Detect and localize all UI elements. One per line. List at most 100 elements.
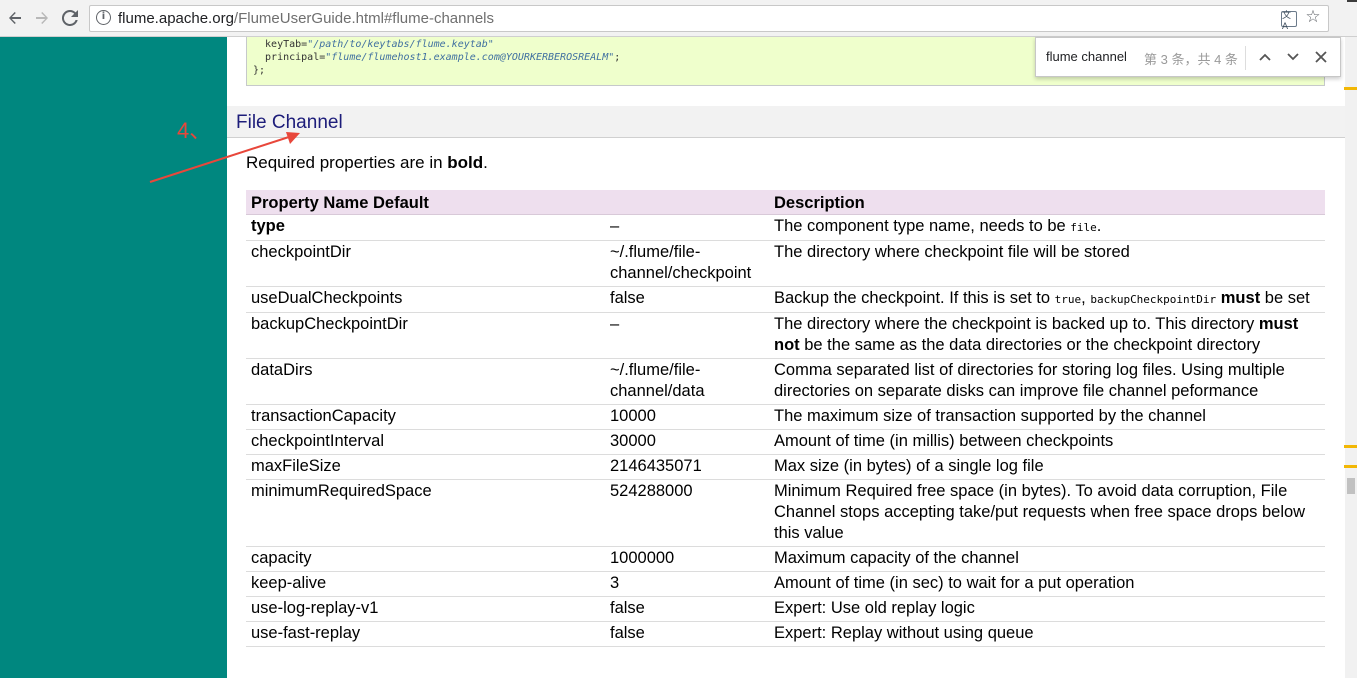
- table-row: checkpointDir ~/.flume/file-channel/chec…: [246, 240, 1325, 287]
- property-description: Backup the checkpoint. If this is set to…: [769, 286, 1325, 313]
- table-header-row: Property Name Default Description: [246, 190, 1325, 215]
- property-description: Expert: Use old replay logic: [769, 596, 1325, 622]
- table-row: use-log-replay-v1 false Expert: Use old …: [246, 596, 1325, 622]
- intro-suffix: .: [483, 153, 488, 172]
- property-default: –: [605, 214, 769, 241]
- find-close-icon[interactable]: [1311, 47, 1331, 67]
- find-next-icon[interactable]: [1283, 47, 1303, 67]
- property-description: The directory where checkpoint file will…: [769, 240, 1325, 287]
- table-row: type – The component type name, needs to…: [246, 214, 1325, 241]
- property-name: checkpointDir: [246, 240, 605, 287]
- header-description: Description: [769, 190, 1325, 215]
- property-name: capacity: [246, 546, 605, 572]
- property-description: Amount of time (in sec) to wait for a pu…: [769, 571, 1325, 597]
- property-default: 30000: [605, 429, 769, 455]
- property-default: 2146435071: [605, 454, 769, 480]
- property-name: minimumRequiredSpace: [246, 479, 605, 547]
- property-default: ~/.flume/file-channel/data: [605, 358, 769, 405]
- code-key: keyTab=: [253, 39, 308, 50]
- url-path: /FlumeUserGuide.html#flume-channels: [233, 10, 495, 27]
- code-punct: ;: [614, 52, 621, 63]
- desc-text: The directory where the checkpoint is ba…: [774, 315, 1259, 333]
- find-prev-icon[interactable]: [1255, 47, 1275, 67]
- intro-bold: bold: [447, 153, 484, 172]
- code-string: "/path/to/keytabs/flume.keytab": [307, 39, 494, 50]
- intro-prefix: Required properties are in: [246, 153, 448, 172]
- back-icon[interactable]: [4, 7, 26, 29]
- desc-text: The component type name, needs to be: [774, 217, 1071, 235]
- section-header: File Channel: [227, 106, 1345, 138]
- desc-text: be the same as the data directories or t…: [799, 336, 1261, 354]
- property-description: Amount of time (in millis) between check…: [769, 429, 1325, 455]
- table-row: transactionCapacity 10000 The maximum si…: [246, 404, 1325, 430]
- table-row: keep-alive 3 Amount of time (in sec) to …: [246, 571, 1325, 597]
- property-description: The component type name, needs to be fil…: [769, 214, 1325, 241]
- property-description: The maximum size of transaction supporte…: [769, 404, 1325, 430]
- header-default: Default: [372, 193, 429, 212]
- property-name: type: [246, 214, 605, 241]
- find-marker: [1344, 87, 1357, 90]
- property-name: checkpointInterval: [246, 429, 605, 455]
- property-default: 524288000: [605, 479, 769, 547]
- annotation-arrow-head: [286, 132, 300, 144]
- window-edge: [1347, 0, 1357, 2]
- property-description: Expert: Replay without using queue: [769, 621, 1325, 647]
- property-name: maxFileSize: [246, 454, 605, 480]
- url-text: flume.apache.org/FlumeUserGuide.html#flu…: [118, 10, 494, 27]
- code-string: "flume/flumehost1.example.com@YOURKERBER…: [325, 52, 615, 63]
- property-name: use-log-replay-v1: [246, 596, 605, 622]
- property-description: Maximum capacity of the channel: [769, 546, 1325, 572]
- inline-code: true: [1054, 293, 1082, 306]
- header-property-name: Property Name: [251, 193, 369, 212]
- find-marker: [1344, 465, 1357, 468]
- table-row: dataDirs ~/.flume/file-channel/data Comm…: [246, 358, 1325, 405]
- property-default: 10000: [605, 404, 769, 430]
- property-default: false: [605, 286, 769, 313]
- header-property-default: Property Name Default: [246, 190, 769, 215]
- table-row: minimumRequiredSpace 524288000 Minimum R…: [246, 479, 1325, 547]
- table-row: use-fast-replay false Expert: Replay wit…: [246, 621, 1325, 647]
- property-default: ~/.flume/file-channel/checkpoint: [605, 240, 769, 287]
- property-name: useDualCheckpoints: [246, 286, 605, 313]
- code-key: principal=: [253, 52, 326, 63]
- translate-icon[interactable]: 文A: [1281, 10, 1297, 31]
- table-row: maxFileSize 2146435071 Max size (in byte…: [246, 454, 1325, 480]
- find-bar: flume channel 第 3 条，共 4 条: [1035, 37, 1341, 77]
- property-description: Max size (in bytes) of a single log file: [769, 454, 1325, 480]
- find-query-input[interactable]: flume channel: [1046, 49, 1127, 64]
- desc-text: .: [1096, 217, 1102, 235]
- property-name: backupCheckpointDir: [246, 312, 605, 359]
- find-divider: [1245, 46, 1246, 70]
- star-icon[interactable]: ☆: [1305, 7, 1321, 26]
- table-row: backupCheckpointDir – The directory wher…: [246, 312, 1325, 359]
- property-default: 1000000: [605, 546, 769, 572]
- inline-code: file: [1070, 221, 1097, 234]
- address-bar[interactable]: i flume.apache.org/FlumeUserGuide.html#f…: [89, 5, 1329, 32]
- property-description: Comma separated list of directories for …: [769, 358, 1325, 405]
- properties-table: Property Name Default Description type –…: [246, 190, 1325, 647]
- scrollbar-thumb[interactable]: [1347, 478, 1355, 494]
- property-default: –: [605, 312, 769, 359]
- browser-toolbar: i flume.apache.org/FlumeUserGuide.html#f…: [0, 0, 1357, 37]
- forward-icon[interactable]: [31, 7, 53, 29]
- property-description: The directory where the checkpoint is ba…: [769, 312, 1325, 359]
- property-name: dataDirs: [246, 358, 605, 405]
- table-row: checkpointInterval 30000 Amount of time …: [246, 429, 1325, 455]
- property-default: false: [605, 621, 769, 647]
- find-match-count: 第 3 条，共 4 条: [1144, 52, 1238, 67]
- table-row: capacity 1000000 Maximum capacity of the…: [246, 546, 1325, 572]
- property-name: use-fast-replay: [246, 621, 605, 647]
- desc-text: ,: [1081, 289, 1091, 307]
- intro-text: Required properties are in bold.: [246, 153, 488, 173]
- desc-bold: must: [1220, 289, 1261, 307]
- property-default: 3: [605, 571, 769, 597]
- property-name: transactionCapacity: [246, 404, 605, 430]
- url-host: flume.apache.org: [118, 10, 234, 27]
- reload-icon[interactable]: [59, 7, 81, 29]
- desc-text: Backup the checkpoint. If this is set to: [774, 289, 1055, 307]
- info-icon[interactable]: i: [96, 10, 111, 25]
- table-row: useDualCheckpoints false Backup the chec…: [246, 286, 1325, 313]
- inline-code: backupCheckpointDir: [1090, 293, 1217, 306]
- property-description: Minimum Required free space (in bytes). …: [769, 479, 1325, 547]
- vertical-scrollbar[interactable]: [1345, 37, 1357, 678]
